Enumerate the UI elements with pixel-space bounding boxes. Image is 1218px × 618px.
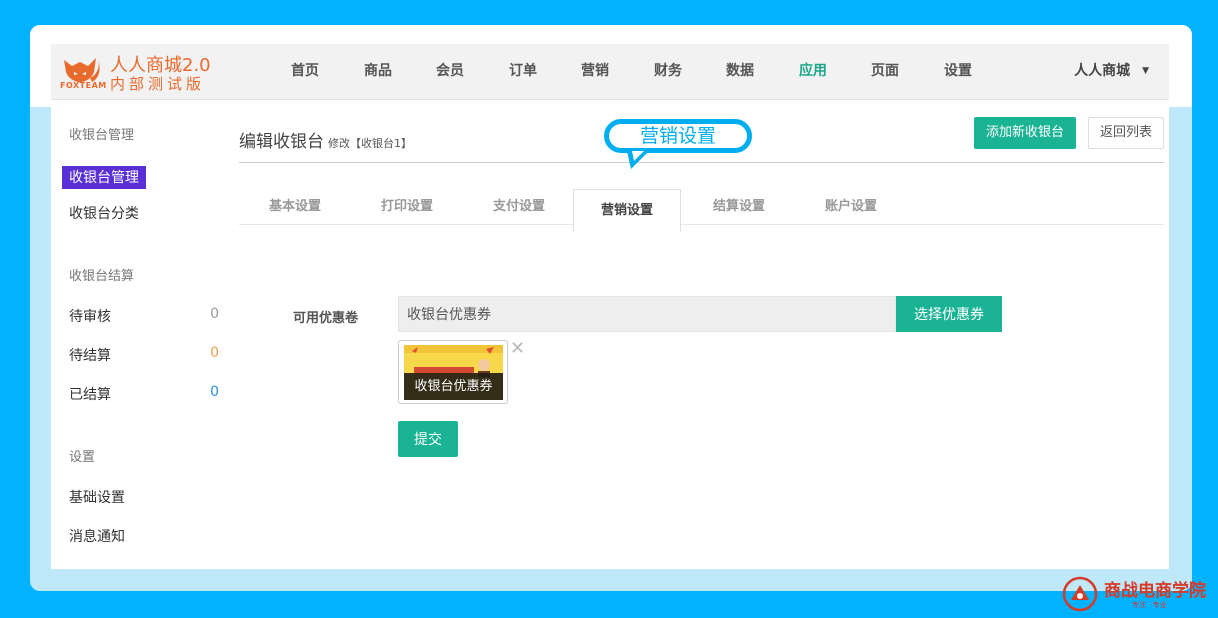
tab-payment[interactable]: 支付设置 xyxy=(463,190,575,224)
brand-logo[interactable]: FOXTEAM 人人商城2.0 内部测试版 xyxy=(60,50,220,94)
back-to-list-button[interactable]: 返回列表 xyxy=(1087,117,1164,149)
callout-tail-shape xyxy=(627,151,649,169)
add-cashier-button[interactable]: 添加新收银台 xyxy=(973,117,1076,149)
remove-coupon-close-icon[interactable]: ✕ xyxy=(510,340,525,358)
sidebar-item-label: 已结算 xyxy=(69,387,111,403)
sidebar-item-label: 待审核 xyxy=(69,309,111,325)
coupon-input[interactable] xyxy=(398,296,896,332)
app-window: FOXTEAM 人人商城2.0 内部测试版 首页 商品 会员 订单 营销 财务 … xyxy=(51,44,1169,569)
pending-review-count: 0 xyxy=(210,306,219,322)
page-subtitle: 修改【收银台1】 xyxy=(328,137,412,150)
nav-item-apps[interactable]: 应用 xyxy=(799,44,827,99)
sidebar-item-settled[interactable]: 已结算 xyxy=(69,384,111,404)
caret-down-icon: ▼ xyxy=(1142,66,1149,76)
top-navbar: FOXTEAM 人人商城2.0 内部测试版 首页 商品 会员 订单 营销 财务 … xyxy=(51,44,1169,100)
nav-item-data[interactable]: 数据 xyxy=(726,44,754,99)
watermark-badge-icon xyxy=(1062,576,1098,612)
nav-item-marketing[interactable]: 营销 xyxy=(581,44,609,99)
nav-item-orders[interactable]: 订单 xyxy=(509,44,537,99)
callout-bubble: 营销设置 xyxy=(604,119,752,153)
tab-settlement[interactable]: 结算设置 xyxy=(683,190,795,224)
nav-item-goods[interactable]: 商品 xyxy=(364,44,392,99)
pending-settle-count: 0 xyxy=(210,345,219,361)
nav-item-settings[interactable]: 设置 xyxy=(944,44,972,99)
sidebar-item-cashier-category[interactable]: 收银台分类 xyxy=(69,203,139,223)
brand-team: FOXTEAM xyxy=(60,81,107,90)
user-menu-label: 人人商城 xyxy=(1074,63,1131,79)
sidebar-item-pending-settle[interactable]: 待结算 xyxy=(69,345,111,365)
page-title: 编辑收银台 修改【收银台1】 xyxy=(239,127,412,152)
main-content: 编辑收银台 修改【收银台1】 添加新收银台 返回列表 基本设置 打印设置 支付设置… xyxy=(239,100,1164,569)
selected-coupon-card[interactable]: 收银台优惠券 xyxy=(398,340,508,404)
page-title-text: 编辑收银台 xyxy=(239,132,324,152)
tab-basic[interactable]: 基本设置 xyxy=(239,190,351,224)
nav-item-home[interactable]: 首页 xyxy=(291,44,319,99)
nav-item-members[interactable]: 会员 xyxy=(436,44,464,99)
sidebar-item-notifications[interactable]: 消息通知 xyxy=(69,526,125,546)
tab-marketing[interactable]: 营销设置 xyxy=(573,189,681,233)
sidebar-group-cashier: 收银台管理 xyxy=(69,128,135,143)
settings-tabs: 基本设置 打印设置 支付设置 营销设置 结算设置 账户设置 xyxy=(239,174,1164,233)
sidebar: 收银台管理 收银台管理 收银台分类 收银台结算 待审核 0 待结算 0 已结算 … xyxy=(51,100,237,569)
sidebar-group-settlement: 收银台结算 xyxy=(69,269,135,284)
title-divider xyxy=(239,162,1164,163)
nav-item-pages[interactable]: 页面 xyxy=(871,44,899,99)
tab-print[interactable]: 打印设置 xyxy=(351,190,463,224)
nav-item-finance[interactable]: 财务 xyxy=(654,44,682,99)
submit-button[interactable]: 提交 xyxy=(398,421,458,457)
tab-account[interactable]: 账户设置 xyxy=(795,190,907,224)
screenshot-frame: FOXTEAM 人人商城2.0 内部测试版 首页 商品 会员 订单 营销 财务 … xyxy=(30,25,1192,591)
coupon-field-label: 可用优惠卷 xyxy=(293,311,359,326)
watermark-text: 商战电商学院 xyxy=(1104,581,1206,601)
sidebar-item-cashier-manage[interactable]: 收银台管理 xyxy=(62,166,146,189)
user-menu[interactable]: 人人商城 ▼ xyxy=(1074,44,1149,99)
settled-count: 0 xyxy=(210,384,219,400)
brand-subtitle: 内部测试版 xyxy=(110,75,206,93)
watermark-logo: 商战电商学院 专注 · 专业 xyxy=(1062,574,1214,614)
sidebar-item-label: 待结算 xyxy=(69,348,111,364)
select-coupon-button[interactable]: 选择优惠券 xyxy=(896,296,1002,332)
sidebar-item-basic-settings[interactable]: 基础设置 xyxy=(69,487,125,507)
sidebar-group-settings: 设置 xyxy=(69,450,96,465)
watermark-subtext: 专注 · 专业 xyxy=(1132,601,1167,609)
coupon-card-caption: 收银台优惠券 xyxy=(404,373,503,400)
